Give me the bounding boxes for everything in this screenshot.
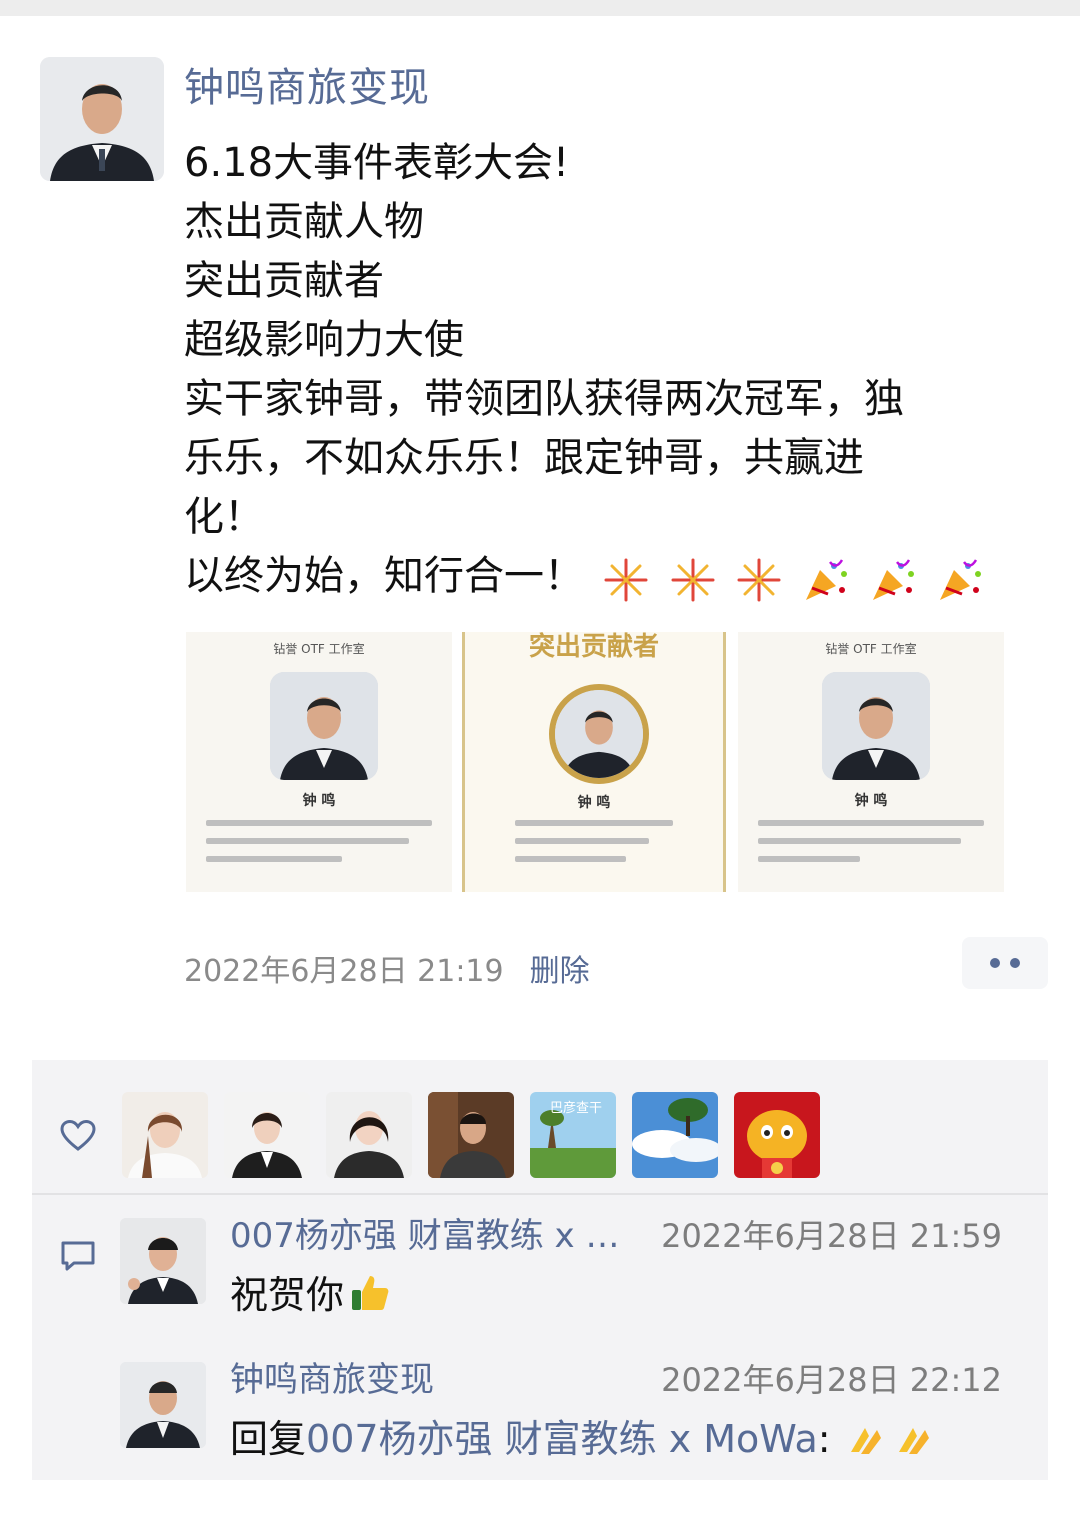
post-line: 6.18大事件表彰大会! [184,140,570,186]
certificate-text [758,820,984,874]
post-meta: 2022年6月28日 21:19 删除 [184,952,590,992]
comment-item[interactable]: 007杨亦强 财富教练 x … 2022年6月28日 21:59 祝贺你 [120,1216,1020,1338]
post-line: 化！ [184,494,264,540]
post-line: 实干家钟哥，带领团队获得两次冠军，独 [184,376,904,422]
comment-text: 回复007杨亦强 财富教练 x MoWa: [230,1414,939,1464]
comment-author[interactable]: 钟鸣商旅变现 [230,1360,434,1400]
interaction-panel: 巴彦查干 007杨亦强 财富教练 x … 2022年6月28日 21:59 祝贺… [32,1060,1048,1480]
liker-avatar[interactable] [632,1092,718,1178]
certificate-photo [822,672,930,780]
certificate-text [515,820,673,874]
status-strip [0,0,1080,16]
fireworks-icon [604,558,648,601]
likes-row: 巴彦查干 [32,1060,1048,1192]
comment-text: 祝贺你 [230,1270,392,1320]
certificate-photo [549,684,649,784]
certificate-text [206,820,432,874]
certificate-name: 钟 鸣 [577,795,611,811]
post-image-grid: 钻誉 OTF 工作室 钟 鸣 突出贡献者 钟 鸣 钻誉 OTF 工作室 钟 鸣 [186,632,1004,892]
post-line: 乐乐，不如众乐乐！跟定钟哥，共赢进 [184,435,864,481]
commenter-avatar[interactable] [120,1218,206,1304]
post-line: 杰出贡献人物 [184,199,424,245]
liker-avatar[interactable] [122,1092,208,1178]
comment-time: 2022年6月28日 21:59 [661,1217,1002,1255]
heart-icon [60,1120,96,1151]
comment-author[interactable]: 007杨亦强 财富教练 x … [230,1216,619,1256]
party-popper-icon [872,558,914,600]
reply-prefix: 回复 [230,1417,307,1461]
certificate-header: 钻誉 OTF 工作室 [273,642,365,656]
likes-divider [32,1193,1048,1195]
party-popper-icon [939,558,981,600]
post-line: 超级影响力大使 [184,317,464,363]
certificate-header: 钻誉 OTF 工作室 [825,642,917,656]
post-timestamp: 2022年6月28日 21:19 [184,954,504,989]
party-popper-icon [806,558,848,600]
certificate-photo [270,672,378,780]
folded-hands-icon [850,1428,881,1454]
commenter-avatar[interactable] [120,1362,206,1448]
comment-item[interactable]: 钟鸣商旅变现 2022年6月28日 22:12 回复007杨亦强 财富教练 x … [120,1360,1020,1482]
liker-avatar[interactable] [428,1092,514,1178]
liker-avatar[interactable] [326,1092,412,1178]
avatar-caption: 巴彦查干 [550,1100,602,1116]
post-text: 6.18大事件表彰大会! 杰出贡献人物 突出贡献者 超级影响力大使 实干家钟哥，… [184,134,1024,608]
more-dots-icon[interactable] [962,937,1048,989]
post-image-1[interactable]: 钻誉 OTF 工作室 钟 鸣 [186,632,452,892]
thumbs-up-icon [352,1276,389,1310]
post-line: 以终为始，知行合一！ [184,553,584,599]
certificate-name: 钟 鸣 [302,793,336,809]
certificate-header: 突出贡献者 [528,632,659,662]
liker-avatar[interactable]: 巴彦查干 [530,1092,616,1178]
fireworks-icon [671,558,715,601]
comment-icon [61,1241,95,1271]
liker-avatar[interactable] [734,1092,820,1178]
author-avatar[interactable] [40,57,164,181]
certificate-name: 钟 鸣 [854,793,888,809]
fireworks-icon [737,558,781,601]
post-line-last: 以终为始，知行合一！ [184,547,1024,608]
comment-body: 祝贺你 [230,1273,345,1317]
folded-hands-icon [898,1428,929,1454]
liker-avatar[interactable] [224,1092,310,1178]
post-author-name[interactable]: 钟鸣商旅变现 [184,62,430,114]
delete-link[interactable]: 删除 [530,954,590,989]
comment-time: 2022年6月28日 22:12 [661,1361,1002,1399]
emoji-row [602,549,990,608]
post-line: 突出贡献者 [184,258,384,304]
reply-suffix: : [817,1417,831,1461]
post-image-3[interactable]: 钻誉 OTF 工作室 钟 鸣 [738,632,1004,892]
post-image-2[interactable]: 突出贡献者 钟 鸣 [462,632,726,892]
reply-target[interactable]: 007杨亦强 财富教练 x MoWa [306,1417,818,1461]
